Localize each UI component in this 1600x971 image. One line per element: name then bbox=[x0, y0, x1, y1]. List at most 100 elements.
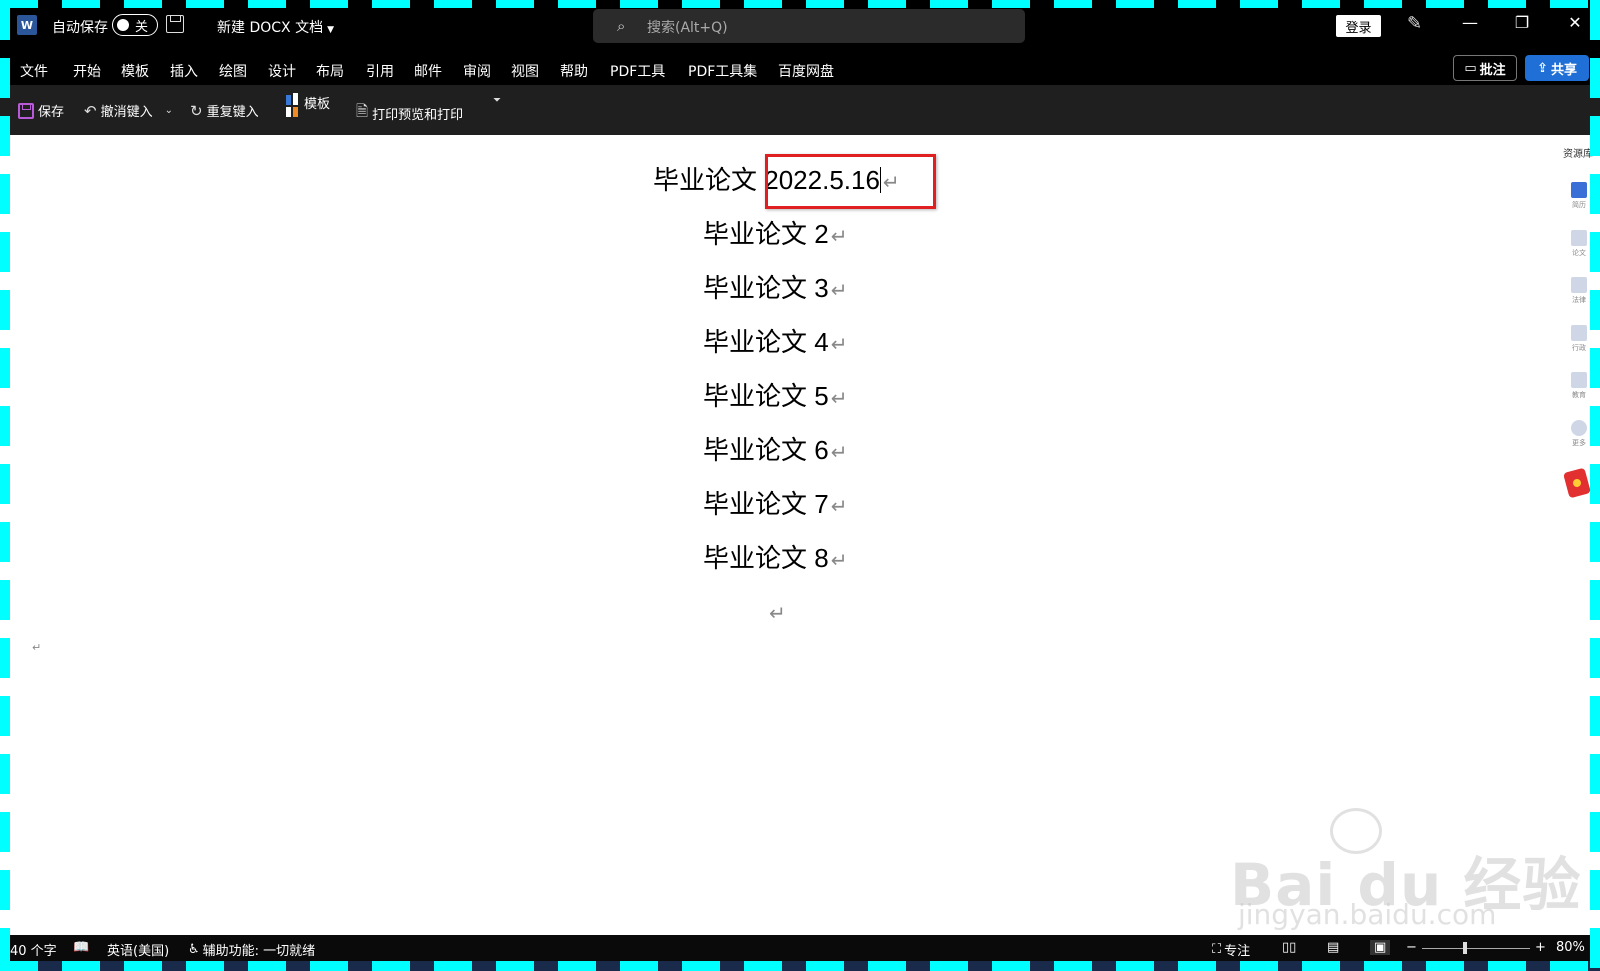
template-button[interactable]: 模板 bbox=[286, 93, 330, 119]
undo-label: 撤消键入 bbox=[100, 105, 153, 120]
comment-button[interactable]: ▭ 批注 bbox=[1453, 55, 1517, 81]
share-icon: ⇪ bbox=[1537, 60, 1548, 76]
document-line-6[interactable]: 毕业论文 6 ↵ bbox=[703, 430, 847, 467]
chevron-down-icon: ▼ bbox=[327, 25, 334, 35]
search-icon: ⌕ bbox=[617, 17, 626, 35]
highlight-annotation-box bbox=[765, 154, 936, 209]
customize-toolbar-button[interactable]: ⏷ bbox=[493, 95, 501, 106]
redo-button[interactable]: ↻ 重复键入 bbox=[190, 101, 259, 121]
paragraph-mark: ↵ bbox=[830, 226, 848, 248]
document-line-3[interactable]: 毕业论文 3 ↵ bbox=[703, 268, 847, 305]
focus-label: 专注 bbox=[1224, 944, 1251, 959]
document-empty-line[interactable]: ↵ bbox=[767, 596, 786, 627]
paragraph-mark: ↵ bbox=[830, 442, 848, 464]
menu-layout[interactable]: 布局 bbox=[316, 61, 344, 81]
zoom-slider-track[interactable] bbox=[1422, 948, 1530, 949]
restore-button[interactable]: ❐ bbox=[1512, 13, 1532, 32]
menu-review[interactable]: 审阅 bbox=[463, 61, 491, 81]
menu-file[interactable]: 文件 bbox=[20, 61, 48, 81]
zoom-in-button[interactable]: + bbox=[1535, 940, 1546, 955]
minimize-button[interactable]: — bbox=[1460, 13, 1480, 32]
save-icon bbox=[18, 102, 34, 119]
word-logo-icon: W bbox=[17, 15, 37, 35]
resource-education[interactable]: 教育 bbox=[1568, 372, 1590, 400]
language-status[interactable]: 英语(美国) bbox=[107, 940, 169, 959]
zoom-level[interactable]: 80% bbox=[1556, 940, 1585, 955]
resource-law[interactable]: 法律 bbox=[1568, 277, 1590, 305]
undo-dropdown-chevron-icon[interactable]: ⌄ bbox=[165, 105, 173, 116]
web-layout-icon[interactable]: ▣ bbox=[1370, 940, 1391, 955]
line-1-prefix: 毕业论文 bbox=[653, 165, 758, 195]
autosave-toggle[interactable]: 关 bbox=[112, 14, 158, 36]
resource-law-label: 法律 bbox=[1572, 296, 1586, 304]
close-button[interactable]: ✕ bbox=[1565, 13, 1585, 32]
focus-mode-button[interactable]: ⛶ 专注 bbox=[1212, 940, 1250, 959]
zoom-slider-thumb[interactable] bbox=[1463, 942, 1467, 954]
menu-baidu-netdisk[interactable]: 百度网盘 bbox=[778, 61, 834, 81]
document-line-7[interactable]: 毕业论文 7 ↵ bbox=[703, 484, 847, 521]
menu-pdf-tools[interactable]: PDF工具 bbox=[610, 61, 665, 81]
admin-icon bbox=[1571, 325, 1587, 341]
title-bar: W 自动保存 关 新建 DOCX 文档 ▼ ⌕ 搜索(Alt+Q) 登录 ✎ — … bbox=[0, 0, 1600, 50]
print-layout-icon[interactable]: ▤ bbox=[1327, 940, 1339, 955]
menu-draw[interactable]: 绘图 bbox=[219, 61, 247, 81]
zoom-out-button[interactable]: − bbox=[1406, 940, 1417, 955]
resource-education-label: 教育 bbox=[1572, 391, 1586, 399]
education-icon bbox=[1571, 372, 1587, 388]
resource-thesis[interactable]: 论文 bbox=[1568, 230, 1590, 258]
undo-icon: ↶ bbox=[84, 101, 97, 120]
document-page[interactable] bbox=[0, 135, 1560, 935]
read-mode-icon[interactable]: ▯▯ bbox=[1282, 940, 1296, 955]
menu-view[interactable]: 视图 bbox=[511, 61, 539, 81]
paragraph-mark: ↵ bbox=[830, 550, 848, 572]
customize-chevron-icon: ⏷ bbox=[493, 95, 501, 106]
search-placeholder: 搜索(Alt+Q) bbox=[647, 20, 728, 36]
save-icon[interactable] bbox=[166, 15, 184, 33]
menu-references[interactable]: 引用 bbox=[366, 61, 394, 81]
menu-insert[interactable]: 插入 bbox=[170, 61, 198, 81]
menu-bar: 文件 开始 模板 插入 绘图 设计 布局 引用 邮件 审阅 视图 帮助 PDF工… bbox=[0, 50, 1600, 85]
autosave-label: 自动保存 bbox=[52, 20, 108, 36]
resource-admin-label: 行政 bbox=[1572, 344, 1586, 352]
login-button[interactable]: 登录 bbox=[1336, 15, 1381, 37]
menu-home[interactable]: 开始 bbox=[73, 61, 101, 81]
print-preview-button[interactable]: 🗎 打印预览和打印 bbox=[356, 101, 463, 126]
accessibility-status[interactable]: ♿ 辅助功能: 一切就绪 bbox=[188, 940, 315, 959]
windows-taskbar bbox=[0, 961, 1600, 971]
resource-more[interactable]: 更多 bbox=[1568, 420, 1590, 448]
resource-more-label: 更多 bbox=[1572, 439, 1586, 447]
search-input[interactable]: ⌕ 搜索(Alt+Q) bbox=[593, 9, 1025, 43]
template-icon bbox=[286, 93, 300, 119]
accessibility-icon: ♿ bbox=[188, 942, 200, 957]
resource-resume[interactable]: 简历 bbox=[1568, 182, 1590, 210]
document-title[interactable]: 新建 DOCX 文档 ▼ bbox=[217, 17, 334, 37]
pen-icon[interactable]: ✎ bbox=[1407, 13, 1422, 34]
undo-button[interactable]: ↶ 撤消键入 ⌄ bbox=[84, 101, 173, 121]
save-button[interactable]: 保存 bbox=[18, 101, 64, 120]
word-count[interactable]: 40 个字 bbox=[10, 940, 57, 959]
comment-label: 批注 bbox=[1479, 62, 1506, 78]
paragraph-mark: ↵ bbox=[769, 603, 786, 625]
document-line-8[interactable]: 毕业论文 8 ↵ bbox=[703, 538, 847, 575]
redo-label: 重复键入 bbox=[206, 105, 259, 120]
menu-mailings[interactable]: 邮件 bbox=[414, 61, 442, 81]
line-7-text: 毕业论文 7 bbox=[703, 489, 829, 519]
paragraph-mark-small: ↵ bbox=[32, 641, 42, 654]
menu-design[interactable]: 设计 bbox=[268, 61, 296, 81]
menu-pdf-toolset[interactable]: PDF工具集 bbox=[688, 61, 757, 81]
line-5-text: 毕业论文 5 bbox=[703, 381, 829, 411]
template-label: 模板 bbox=[304, 97, 331, 112]
document-line-4[interactable]: 毕业论文 4 ↵ bbox=[703, 322, 847, 359]
resume-icon bbox=[1571, 182, 1587, 198]
document-line-5[interactable]: 毕业论文 5 ↵ bbox=[703, 376, 847, 413]
menu-help[interactable]: 帮助 bbox=[560, 61, 588, 81]
more-icon bbox=[1571, 420, 1587, 436]
share-button[interactable]: ⇪ 共享 bbox=[1525, 55, 1589, 81]
document-line-2[interactable]: 毕业论文 2 ↵ bbox=[703, 214, 847, 251]
paragraph-mark: ↵ bbox=[830, 334, 848, 356]
menu-templates[interactable]: 模板 bbox=[121, 61, 149, 81]
law-icon bbox=[1571, 277, 1587, 293]
print-preview-label: 打印预览和打印 bbox=[372, 108, 464, 123]
proofing-book-icon[interactable]: 📖 bbox=[73, 940, 89, 955]
resource-admin[interactable]: 行政 bbox=[1568, 325, 1590, 353]
